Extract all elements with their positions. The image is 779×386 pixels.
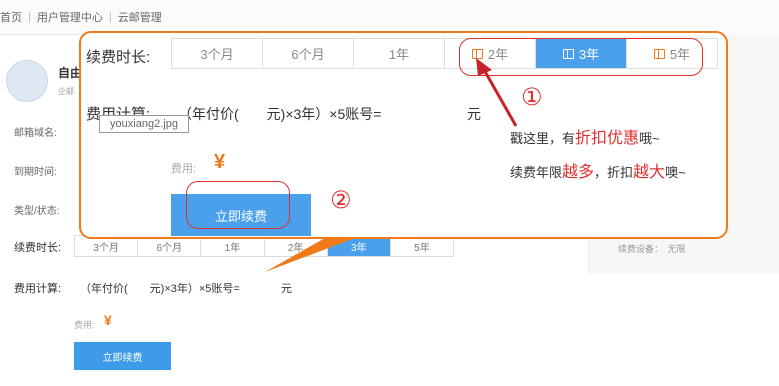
breadcrumb-user-center[interactable]: 用户管理中心: [37, 9, 103, 25]
promo-line-1: 戳这里，有折扣优惠哦~: [510, 124, 660, 148]
bg-option-3m[interactable]: 3个月: [75, 236, 139, 256]
option-label: 3个月: [200, 47, 234, 62]
promo-highlight: 折扣优惠: [575, 130, 640, 147]
bg-renew-label: 续费时长:: [14, 242, 62, 254]
promo-text: 续费年限: [510, 165, 563, 180]
fee-label: 费用:: [171, 163, 197, 175]
step-2-marker: ②: [330, 187, 352, 214]
bg-currency: ¥: [104, 312, 112, 328]
promo-text: ，折扣: [594, 165, 634, 180]
step-1-marker: ①: [521, 84, 543, 111]
domain-label: 邮箱域名:: [14, 128, 57, 139]
account-sub: 企邮: [58, 87, 74, 96]
promo-text: 噢~: [665, 165, 686, 180]
option-3-months[interactable]: 3个月: [172, 39, 263, 68]
option-1-year[interactable]: 1年: [354, 39, 445, 68]
bg-price-unit: 元: [281, 283, 292, 295]
option-label: 1年: [388, 47, 410, 62]
option-label: 6个月: [291, 47, 325, 62]
annotation-arrow: [476, 58, 518, 127]
price-formula: （年付价( 元)×3年）×5账号=: [178, 106, 382, 122]
bg-renew-button[interactable]: 立即续费: [74, 342, 171, 370]
promo-highlight: 越多: [562, 164, 595, 181]
bg-price-label: 费用计算:: [14, 283, 62, 295]
breadcrumb-separator: |: [28, 11, 31, 23]
type-status-label: 类型/状态:: [14, 206, 60, 217]
filename-tooltip: youxiang2.jpg: [99, 115, 189, 133]
bg-fee-label: 费用:: [74, 320, 95, 330]
bg-option-6m[interactable]: 6个月: [138, 236, 202, 256]
bg-option-5y[interactable]: 5年: [391, 236, 453, 256]
bg-price-formula: （年付价( 元)×3年）×5账号=: [80, 283, 240, 295]
promo-text: 哦~: [639, 131, 660, 146]
breadcrumb-separator: |: [108, 11, 112, 23]
renew-duration-label: 续费时长:: [86, 49, 151, 66]
renew-button-highlight: [186, 181, 290, 229]
fee-currency: ¥: [214, 151, 226, 173]
promo-line-2: 续费年限越多，折扣越大噢~: [510, 158, 686, 182]
promo-highlight: 越大: [633, 164, 666, 181]
expiry-label: 到期时间:: [14, 167, 57, 178]
breadcrumb: 首页 | 用户管理中心 | 云邮管理: [0, 0, 779, 35]
breadcrumb-cloud-mail[interactable]: 云邮管理: [118, 9, 162, 25]
right-panel-text: 续费设备： 无限: [618, 244, 686, 254]
mail-avatar-icon: [6, 60, 48, 102]
breadcrumb-home[interactable]: 首页: [0, 9, 22, 25]
promo-text: 戳这里，有: [510, 131, 576, 146]
option-6-months[interactable]: 6个月: [263, 39, 354, 68]
